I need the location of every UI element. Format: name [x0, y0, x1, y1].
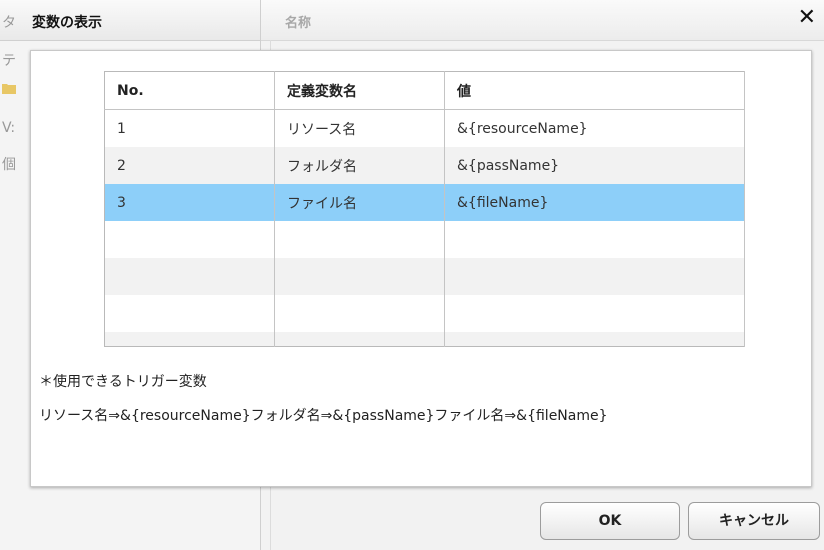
background-row: テ	[2, 53, 16, 69]
cell-value: &{fileName}	[444, 184, 745, 221]
empty-row[interactable]	[104, 332, 745, 346]
cell-value: &{resourceName}	[444, 109, 745, 147]
folder-icon	[2, 82, 28, 98]
column-header-name: 名称	[285, 16, 312, 31]
cell-value: &{passName}	[444, 147, 745, 184]
trigger-variables-list: リソース名⇒&{resourceName}フォルダ名⇒&{passName}ファ…	[39, 408, 608, 424]
cancel-button[interactable]: キャンセル	[688, 502, 820, 540]
column-header-variable-name[interactable]: 定義変数名	[274, 71, 445, 110]
empty-row[interactable]	[104, 221, 745, 258]
table-row[interactable]: 2 フォルダ名 &{passName}	[104, 147, 745, 184]
table-row[interactable]: 1 リソース名 &{resourceName}	[104, 109, 745, 147]
column-header-value[interactable]: 値	[444, 71, 745, 110]
cell-variable-name: フォルダ名	[274, 147, 445, 184]
ok-button[interactable]: OK	[540, 502, 680, 540]
variables-table: No. 定義変数名 値 1 リソース名 &{resourceName} 2 フォ…	[104, 71, 745, 347]
column-header-no[interactable]: No.	[104, 71, 275, 110]
background-row: 個	[2, 157, 16, 173]
empty-row[interactable]	[104, 295, 745, 332]
table-row-selected[interactable]: 3 ファイル名 &{fileName}	[104, 184, 745, 221]
trigger-variables-heading: ＊使用できるトリガー変数	[39, 374, 207, 390]
background-right-header: 名称	[261, 0, 824, 41]
background-row: V:	[2, 120, 16, 136]
variables-dialog: No. 定義変数名 値 1 リソース名 &{resourceName} 2 フォ…	[30, 50, 812, 487]
cell-no: 3	[104, 184, 275, 221]
background-left-title-fragment: タ	[2, 15, 16, 31]
table-header-row: No. 定義変数名 値	[104, 71, 745, 110]
cell-variable-name: ファイル名	[274, 184, 445, 221]
dialog-title: 変数の表示	[32, 15, 102, 31]
cell-no: 1	[104, 109, 275, 147]
empty-row[interactable]	[104, 258, 745, 295]
cell-variable-name: リソース名	[274, 109, 445, 147]
cell-no: 2	[104, 147, 275, 184]
close-icon[interactable]: ✕	[798, 6, 816, 30]
